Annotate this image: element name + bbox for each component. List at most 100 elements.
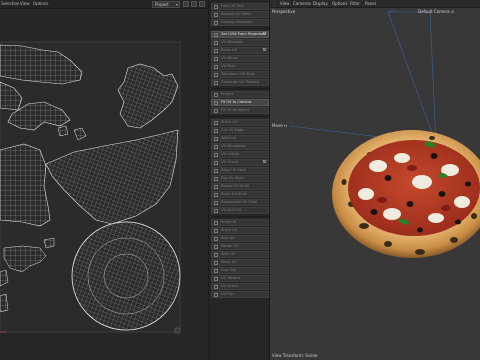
chevron-down-icon: ▾ <box>175 2 178 7</box>
cheese-blob <box>383 208 401 220</box>
viewport-menubar: View Cameras Display Options Filter Pane… <box>270 0 480 8</box>
grid-icon[interactable] <box>183 1 189 7</box>
uv-tool-item[interactable]: Stack UV <box>211 227 269 234</box>
uv-tool-item[interactable]: Relax UV ⚙ <box>211 47 269 54</box>
uv-island[interactable] <box>43 237 55 249</box>
uv-tool-item[interactable]: Split UV <box>211 251 269 258</box>
crust-char <box>359 223 369 229</box>
uv-editor-panel: Selection View Options Project ▾ <box>0 0 208 360</box>
settings-icon[interactable] <box>199 1 205 7</box>
uv-tool-item[interactable]: Set UVW From Projection ⚙ <box>211 31 269 38</box>
uv-tool-item[interactable]: Scale UV Shell <box>211 191 269 198</box>
uv-tool-icon <box>214 73 218 77</box>
vp-menu-display[interactable]: Display <box>313 1 328 7</box>
olive <box>384 175 392 181</box>
uv-tool-item[interactable]: Randomize UV Shell <box>211 199 269 206</box>
vp-menu-options[interactable]: Options <box>332 1 347 7</box>
vp-menu-filter[interactable]: Filter <box>350 1 360 7</box>
cheese-blob <box>358 188 374 200</box>
viewport-grip-icon[interactable]: ⋮ <box>272 1 276 7</box>
uv-menubar: Selection View Options Project ▾ <box>0 0 208 9</box>
uv-tool-item[interactable]: UV Orient ⚙ <box>211 159 269 166</box>
uv-tool-item[interactable]: UV Manager <box>211 39 269 46</box>
uv-tool-icon <box>214 209 218 213</box>
menu-selection[interactable]: Selection <box>1 1 19 7</box>
olive <box>417 227 423 233</box>
uv-tool-item[interactable]: Fit UV to Camera <box>211 99 269 106</box>
3d-viewport[interactable]: View Cameras Display Options Filter Pane… <box>270 0 480 360</box>
view-name-label: Perspective <box>272 9 296 14</box>
uv-tool-item[interactable]: Fit UV to Object <box>211 107 269 114</box>
uv-tool-label: Scale UV Shell <box>221 192 247 196</box>
uv-tool-item[interactable]: Sew UV <box>211 235 269 242</box>
uv-tool-item[interactable]: UV Flip <box>211 291 269 298</box>
uv-tool-item[interactable]: UV Straighten <box>211 143 269 150</box>
crust-char <box>415 249 425 255</box>
uv-tool-item[interactable]: Rotate UV Shell <box>211 183 269 190</box>
uv-tool-item[interactable]: Merge UV <box>211 243 269 250</box>
uv-tool-label: UV Terrace <box>221 276 241 280</box>
gear-icon[interactable]: ⚙ <box>263 48 267 53</box>
uv-island[interactable] <box>0 143 51 227</box>
uv-tool-label: Relax UV <box>221 48 238 52</box>
uv-tool-item[interactable]: Constrain UV Packing <box>211 79 269 86</box>
vp-menu-view[interactable]: View <box>280 1 290 7</box>
uv-tool-item[interactable]: Uvw Tag <box>211 267 269 274</box>
uv-tool-item[interactable]: Cut UV Edge <box>211 127 269 134</box>
uv-island[interactable] <box>57 125 69 137</box>
uv-tool-icon <box>214 121 218 125</box>
projection-mode-select[interactable]: Project ▾ <box>152 1 180 8</box>
uv-tool-icon <box>214 221 218 225</box>
uv-tool-label: Weld UV <box>221 136 237 140</box>
uv-tool-item[interactable]: Rebuild UV Mesh <box>211 11 269 18</box>
uv-tool-icon <box>214 261 218 265</box>
uv-tool-item[interactable]: Lock UV Tool <box>211 3 269 10</box>
camera-name-label[interactable]: Default Camera ⊙ <box>418 9 454 14</box>
uv-tool-item[interactable]: UV Select <box>211 283 269 290</box>
uv-tool-item[interactable]: Align UV Shell <box>211 167 269 174</box>
gear-icon[interactable]: ⚙ <box>263 160 267 165</box>
menu-view[interactable]: View <box>20 1 30 7</box>
vp-menu-panel[interactable]: Panel <box>365 1 376 7</box>
uv-tool-item[interactable]: Transform UV Shell <box>211 71 269 78</box>
uv-tool-item[interactable]: Move UV <box>211 259 269 266</box>
uv-tool-label: Fit UV to Object <box>221 108 250 112</box>
uv-tool-item[interactable]: Flip UV Shell <box>211 175 269 182</box>
lock-icon[interactable] <box>191 1 197 7</box>
uv-tool-icon <box>214 253 218 257</box>
uv-tool-item[interactable]: UV Grid Fill <box>211 207 269 214</box>
uv-tool-label: Stitch UV <box>221 120 238 124</box>
vp-menu-cameras[interactable]: Cameras <box>293 1 311 7</box>
uv-tool-icon <box>214 177 218 181</box>
uv-tool-icon <box>214 277 218 281</box>
uv-tool-item[interactable]: Unwrap Selection <box>211 19 269 26</box>
uv-canvas-svg <box>0 41 181 334</box>
uv-tool-item[interactable]: UV Pack <box>211 63 269 70</box>
gear-icon[interactable]: ⚙ <box>263 32 267 37</box>
pepperoni <box>407 165 417 171</box>
uv-tool-icon <box>214 153 218 157</box>
uv-tool-item[interactable]: Weld UV <box>211 135 269 142</box>
camera-frustum-line <box>429 11 437 145</box>
uv-tool-item[interactable]: UV Terrace <box>211 275 269 282</box>
uv-tool-item[interactable]: UV Mirror <box>211 55 269 62</box>
uv-tool-icon <box>214 293 218 297</box>
uv-tool-item[interactable]: UV Unfold <box>211 151 269 158</box>
menu-options[interactable]: Options <box>33 1 48 7</box>
uv-tool-icon <box>214 185 218 189</box>
viewport-scene <box>289 9 480 258</box>
olive <box>455 219 461 225</box>
uv-tool-icon <box>214 229 218 233</box>
uv-tool-label: Lock UV Tool <box>221 4 244 8</box>
uv-tool-icon <box>214 57 218 61</box>
uv-corner-handle[interactable] <box>174 327 181 334</box>
move-tool-label[interactable]: Move ↔ <box>272 123 287 128</box>
uv-canvas[interactable] <box>0 10 208 360</box>
uv-tool-label: Rotate UV Shell <box>221 184 249 188</box>
uv-tool-item[interactable]: Stitch UV <box>211 119 269 126</box>
uv-tool-label: UV Straighten <box>221 144 247 148</box>
uv-tool-item[interactable]: Snap UV <box>211 219 269 226</box>
tool-separator <box>211 216 269 217</box>
uv-tool-item[interactable]: Project <box>211 91 269 98</box>
pizza-model[interactable] <box>332 130 480 258</box>
